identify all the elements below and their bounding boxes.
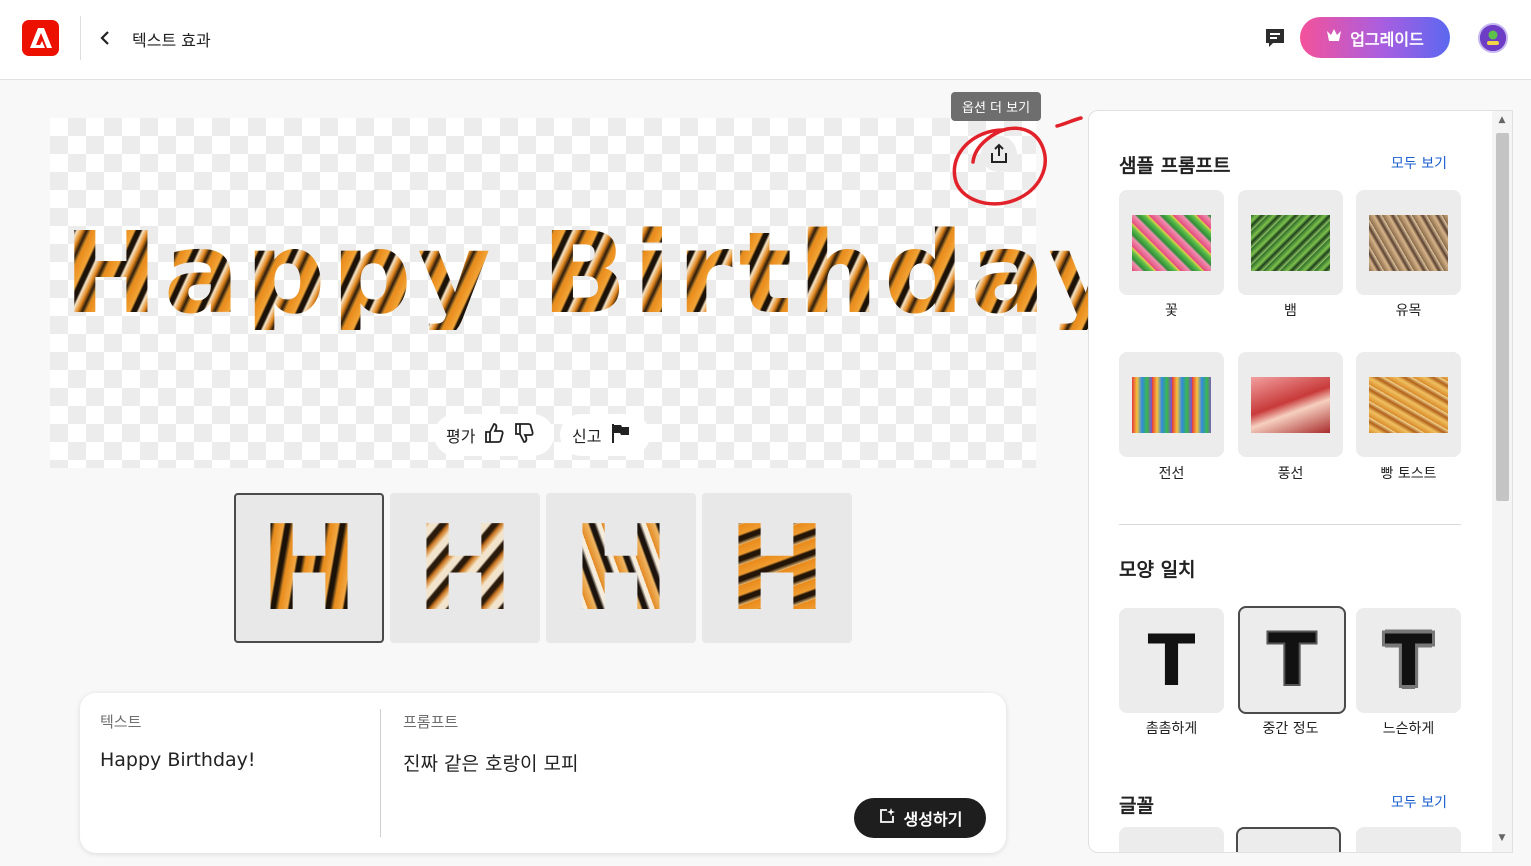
thumbs-down-icon[interactable] — [513, 422, 535, 448]
thumbs-up-icon[interactable] — [483, 422, 505, 448]
sample-label: 꽃 — [1165, 303, 1178, 319]
avatar[interactable] — [1478, 23, 1508, 53]
sample-tile-text: Ag — [1131, 214, 1212, 271]
generate-icon — [878, 807, 896, 830]
shape-match-title: 모양 일치 — [1119, 559, 1196, 581]
sample-tile-driftwood[interactable]: Ag — [1356, 190, 1461, 295]
adobe-logo-icon[interactable] — [22, 20, 59, 56]
prompt-field-label: 프롬프트 — [403, 713, 459, 731]
card-divider — [380, 709, 381, 837]
prompt-field[interactable]: 진짜 같은 호랑이 모피 — [403, 749, 578, 776]
sample-label: 전선 — [1158, 466, 1185, 482]
page-title: 텍스트 효과 — [132, 31, 211, 50]
report-pill[interactable]: 신고 — [560, 414, 650, 456]
sample-label: 뱀 — [1284, 303, 1297, 319]
text-field-label: 텍스트 — [100, 713, 142, 731]
share-button[interactable] — [981, 136, 1017, 172]
shape-tile-tight[interactable]: T — [1119, 608, 1224, 713]
sample-label: 빵 토스트 — [1380, 466, 1437, 482]
sample-tile-text: Ag — [1131, 376, 1212, 433]
font-tile-selected[interactable] — [1236, 827, 1341, 852]
sample-tile-wires[interactable]: Ag — [1119, 352, 1224, 457]
chevron-left-icon[interactable] — [98, 26, 118, 50]
variation-thumbnail-3[interactable]: H — [546, 493, 696, 643]
report-label: 신고 — [572, 427, 602, 446]
sample-label: 유목 — [1395, 303, 1422, 319]
upgrade-label: 업그레이드 — [1350, 31, 1424, 49]
sample-label: 풍선 — [1277, 466, 1304, 482]
effect-preview-canvas: Happy Birthday! — [50, 118, 1178, 468]
crown-icon — [1326, 28, 1342, 47]
fonts-title: 글꼴 — [1119, 795, 1154, 817]
upgrade-button[interactable]: 업그레이드 — [1300, 17, 1450, 58]
app-header: 텍스트 효과 업그레이드 — [0, 0, 1531, 80]
options-panel: 샘플 프롬프트 모두 보기 Ag Ag Ag 꽃 뱀 유목 Ag Ag Ag 전… — [1088, 110, 1513, 853]
sample-prompts-see-all-link[interactable]: 모두 보기 — [1391, 153, 1447, 173]
effect-preview-text: Happy Birthday! — [64, 209, 1185, 339]
fonts-see-all-link[interactable]: 모두 보기 — [1391, 792, 1447, 812]
variation-thumbnail-1[interactable]: H — [234, 493, 384, 643]
scroll-down-arrow-icon[interactable]: ▼ — [1492, 833, 1512, 843]
header-divider — [80, 16, 81, 60]
text-field[interactable]: Happy Birthday! — [100, 749, 256, 771]
more-options-tooltip: 옵션 더 보기 — [951, 92, 1042, 121]
rate-pill: 평가 — [434, 414, 554, 456]
shape-tile-loose[interactable]: T — [1356, 608, 1461, 713]
sample-tile-snake[interactable]: Ag — [1238, 190, 1343, 295]
shape-label: 느슨하게 — [1382, 721, 1435, 737]
sample-prompts-title: 샘플 프롬프트 — [1119, 155, 1231, 177]
section-divider — [1119, 524, 1461, 525]
shape-tile-text: T — [1384, 619, 1433, 702]
input-card: 텍스트 Happy Birthday! 프롬프트 진짜 같은 호랑이 모피 생성… — [80, 693, 1006, 853]
comment-icon[interactable] — [1263, 26, 1287, 50]
font-tile[interactable] — [1356, 827, 1461, 852]
sample-tile-text: Ag — [1368, 214, 1449, 271]
sample-tile-text: Ag — [1368, 376, 1449, 433]
variation-thumbnail-4[interactable]: H — [702, 493, 852, 643]
sample-tile-text: Ag — [1250, 376, 1331, 433]
font-tile[interactable] — [1119, 827, 1224, 852]
flag-icon[interactable] — [609, 422, 631, 448]
shape-tile-text: T — [1147, 619, 1196, 702]
shape-tile-medium[interactable]: T — [1238, 606, 1346, 714]
scroll-up-arrow-icon[interactable]: ▲ — [1492, 115, 1512, 125]
panel-scrollbar[interactable]: ▲ ▼ — [1492, 111, 1512, 852]
shape-label: 촘촘하게 — [1145, 721, 1198, 737]
variation-letter: H — [415, 499, 515, 637]
scrollbar-thumb[interactable] — [1496, 133, 1509, 501]
rate-label: 평가 — [446, 427, 476, 446]
shape-label: 중간 정도 — [1262, 721, 1319, 737]
shape-tile-text: T — [1268, 619, 1316, 701]
sample-tile-flower[interactable]: Ag — [1119, 190, 1224, 295]
generate-button[interactable]: 생성하기 — [854, 798, 986, 838]
variation-thumbnail-2[interactable]: H — [390, 493, 540, 643]
variation-letter: H — [571, 499, 671, 637]
sample-tile-toast[interactable]: Ag — [1356, 352, 1461, 457]
generate-label: 생성하기 — [903, 812, 963, 829]
variation-letter: H — [259, 499, 359, 637]
variation-letter: H — [727, 499, 827, 637]
share-icon — [991, 143, 1007, 163]
sample-tile-text: Ag — [1250, 214, 1331, 271]
sample-tile-balloon[interactable]: Ag — [1238, 352, 1343, 457]
